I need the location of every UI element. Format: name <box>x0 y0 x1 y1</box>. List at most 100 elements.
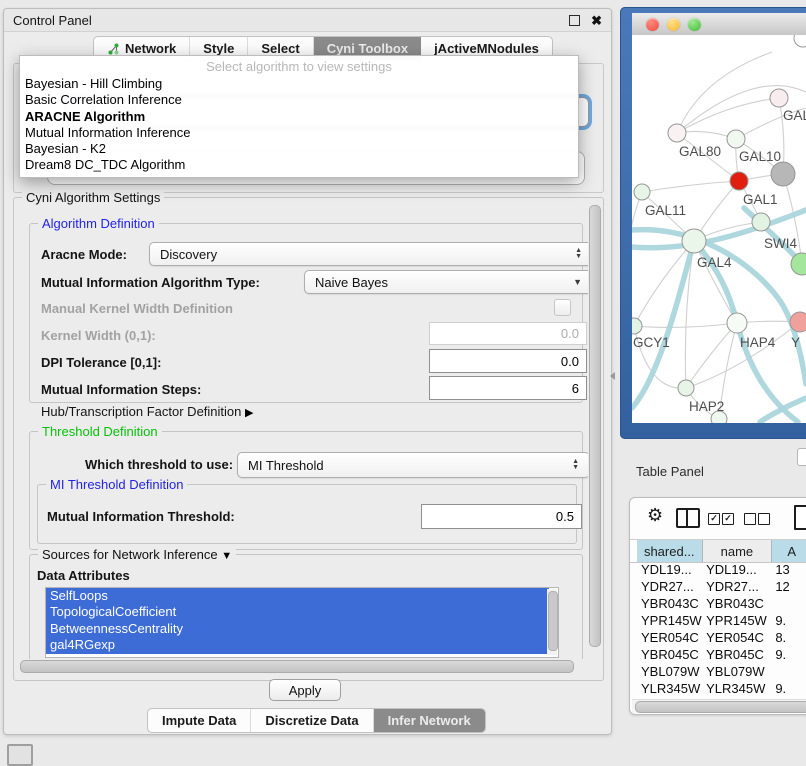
network-canvas[interactable]: GALGAL80GAL10GAL1GAL11SWI4GAL4HAP4GCY1HA… <box>632 35 806 423</box>
network-node[interactable] <box>771 162 795 186</box>
network-node-gal1[interactable] <box>730 172 748 190</box>
algorithm-option-bayesian-hill-climbing[interactable]: Bayesian - Hill Climbing <box>20 76 578 92</box>
attribute-selfloops[interactable]: SelfLoops <box>46 588 549 604</box>
tab-discretize-data[interactable]: Discretize Data <box>251 709 373 732</box>
mi-algorithm-type-combo[interactable]: Naive Bayes ▼ <box>304 270 593 294</box>
aracne-mode-combo[interactable]: Discovery ▲▼ <box>149 242 593 266</box>
network-node[interactable] <box>794 35 806 47</box>
expand-triangle-icon: ▶ <box>245 407 253 419</box>
close-window-icon[interactable] <box>646 18 659 31</box>
node-label-gal80: GAL80 <box>679 144 721 159</box>
split-table-icon[interactable] <box>676 508 700 528</box>
settings-horizontal-scrollbar[interactable] <box>17 659 585 673</box>
attribute-betweennesscentrality[interactable]: BetweennessCentrality <box>46 621 549 637</box>
aracne-mode-label: Aracne Mode: <box>41 247 127 262</box>
table-row[interactable]: YDL19...YDL19...13 <box>630 561 806 578</box>
table-header-row: shared...nameA <box>630 539 806 563</box>
float-panel-icon[interactable] <box>569 15 580 26</box>
table-panel-corner-button[interactable] <box>797 448 806 466</box>
cell: YBL079W <box>702 663 771 680</box>
cyni-bottom-tabbar: Impute DataDiscretize DataInfer Network <box>147 708 486 733</box>
dpi-tolerance-field[interactable]: 0.0 <box>429 349 587 373</box>
node-label-gal10: GAL10 <box>739 149 781 164</box>
mi-steps-field[interactable]: 6 <box>429 376 587 400</box>
cell: YBR043C <box>637 595 702 612</box>
control-panel-title: Control Panel <box>13 13 92 28</box>
network-node-hap2[interactable] <box>678 380 694 396</box>
panel-splitter-arrow[interactable] <box>610 372 615 380</box>
algorithm-option-basic-correlation-inference[interactable]: Basic Correlation Inference <box>20 92 578 108</box>
network-node-hap4[interactable] <box>727 313 747 333</box>
table-row[interactable]: YBR043CYBR043C <box>630 595 806 612</box>
node-label-y: Y <box>791 335 800 350</box>
table-row[interactable]: YLR345WYLR345W9. <box>630 680 806 697</box>
network-edge[interactable] <box>686 322 800 388</box>
minimize-window-icon[interactable] <box>667 18 680 31</box>
network-node[interactable] <box>790 312 806 332</box>
table-row[interactable]: YDR27...YDR27...12 <box>630 578 806 595</box>
apply-button[interactable]: Apply <box>269 679 341 701</box>
network-edge-thick[interactable] <box>760 398 806 422</box>
tab-impute-data[interactable]: Impute Data <box>148 709 251 732</box>
algorithm-option-aracne-algorithm[interactable]: ARACNE Algorithm <box>20 109 578 125</box>
network-node-gal80[interactable] <box>668 124 686 142</box>
algorithm-definition-title: Algorithm Definition <box>38 216 159 231</box>
table-row[interactable]: YBL079WYBL079W <box>630 663 806 680</box>
network-node-gal4[interactable] <box>682 229 706 253</box>
cell: YER054C <box>637 629 702 646</box>
algorithm-option-dream8-dc-tdc-algorithm[interactable]: Dream8 DC_TDC Algorithm <box>20 157 578 173</box>
algorithm-option-mutual-information-inference[interactable]: Mutual Information Inference <box>20 125 578 141</box>
table-row[interactable]: YPR145WYPR145W9. <box>630 612 806 629</box>
column-header-shared[interactable]: shared... <box>637 540 703 562</box>
attribute-topologicalcoefficient[interactable]: TopologicalCoefficient <box>46 604 549 620</box>
table-row[interactable]: YER054CYER054C8. <box>630 629 806 646</box>
network-edge[interactable] <box>677 98 779 133</box>
attributes-scrollbar[interactable] <box>547 589 557 655</box>
select-all-icon[interactable]: ✓ <box>722 513 734 525</box>
network-graph[interactable]: GALGAL80GAL10GAL1GAL11SWI4GAL4HAP4GCY1HA… <box>632 35 806 423</box>
tab-infer-network[interactable]: Infer Network <box>374 709 485 732</box>
zoom-window-icon[interactable] <box>688 18 701 31</box>
network-window-titlebar <box>632 13 806 36</box>
network-node-swi4[interactable] <box>752 213 770 231</box>
cell: YDR27... <box>637 578 702 595</box>
node-label-gcy1: GCY1 <box>633 335 670 350</box>
attribute-gal4rgexp[interactable]: gal4RGexp <box>46 637 549 653</box>
table-horizontal-scrollbar[interactable] <box>632 699 806 713</box>
cell: 9. <box>771 612 806 629</box>
column-header-name[interactable]: name <box>703 540 773 562</box>
mi-threshold-field[interactable]: 0.5 <box>421 504 582 529</box>
algorithm-option-bayesian-k2[interactable]: Bayesian - K2 <box>20 141 578 157</box>
cell: YBR045C <box>637 646 702 663</box>
new-table-icon[interactable] <box>794 505 806 530</box>
hub-definition-toggle[interactable]: Hub/Transcription Factor Definition ▶ <box>41 404 253 419</box>
network-node-gcy1[interactable] <box>632 318 642 334</box>
dpi-tolerance-label: DPI Tolerance [0,1]: <box>41 355 161 370</box>
kernel-width-field[interactable]: 0.0 <box>429 322 587 345</box>
network-view-window: GALGAL80GAL10GAL1GAL11SWI4GAL4HAP4GCY1HA… <box>620 7 806 439</box>
network-node-gal[interactable] <box>770 89 788 107</box>
deselect-all-icon[interactable] <box>744 513 756 525</box>
settings-vertical-scrollbar[interactable] <box>588 201 601 675</box>
minimized-panel-icon[interactable] <box>7 744 33 766</box>
table-body: YDL19...YDL19...13YDR27...YDR27...12YBR0… <box>630 561 806 714</box>
settings-gear-icon[interactable]: ⚙ <box>647 506 663 524</box>
cell: YBR043C <box>702 595 771 612</box>
manual-kernel-width-checkbox[interactable] <box>554 299 571 316</box>
network-node-gal11[interactable] <box>634 184 650 200</box>
sources-title[interactable]: Sources for Network Inference ▼ <box>38 547 236 562</box>
data-attributes-list[interactable]: SelfLoopsTopologicalCoefficientBetweenne… <box>45 587 559 658</box>
mi-threshold-definition-title: MI Threshold Definition <box>46 477 187 492</box>
column-header-a[interactable]: A <box>772 540 806 562</box>
which-threshold-combo[interactable]: MI Threshold ▲▼ <box>237 452 590 478</box>
cell <box>771 595 806 612</box>
network-edge[interactable] <box>642 181 739 192</box>
network-edge[interactable] <box>677 52 772 133</box>
network-node-gal10[interactable] <box>727 130 745 148</box>
close-panel-icon[interactable]: ✖ <box>591 14 602 27</box>
table-row[interactable]: YBR045CYBR045C9. <box>630 646 806 663</box>
cell: YBR045C <box>702 646 771 663</box>
deselect-all-icon[interactable] <box>758 513 770 525</box>
network-edge[interactable] <box>632 192 642 326</box>
select-all-icon[interactable]: ✓ <box>708 513 720 525</box>
